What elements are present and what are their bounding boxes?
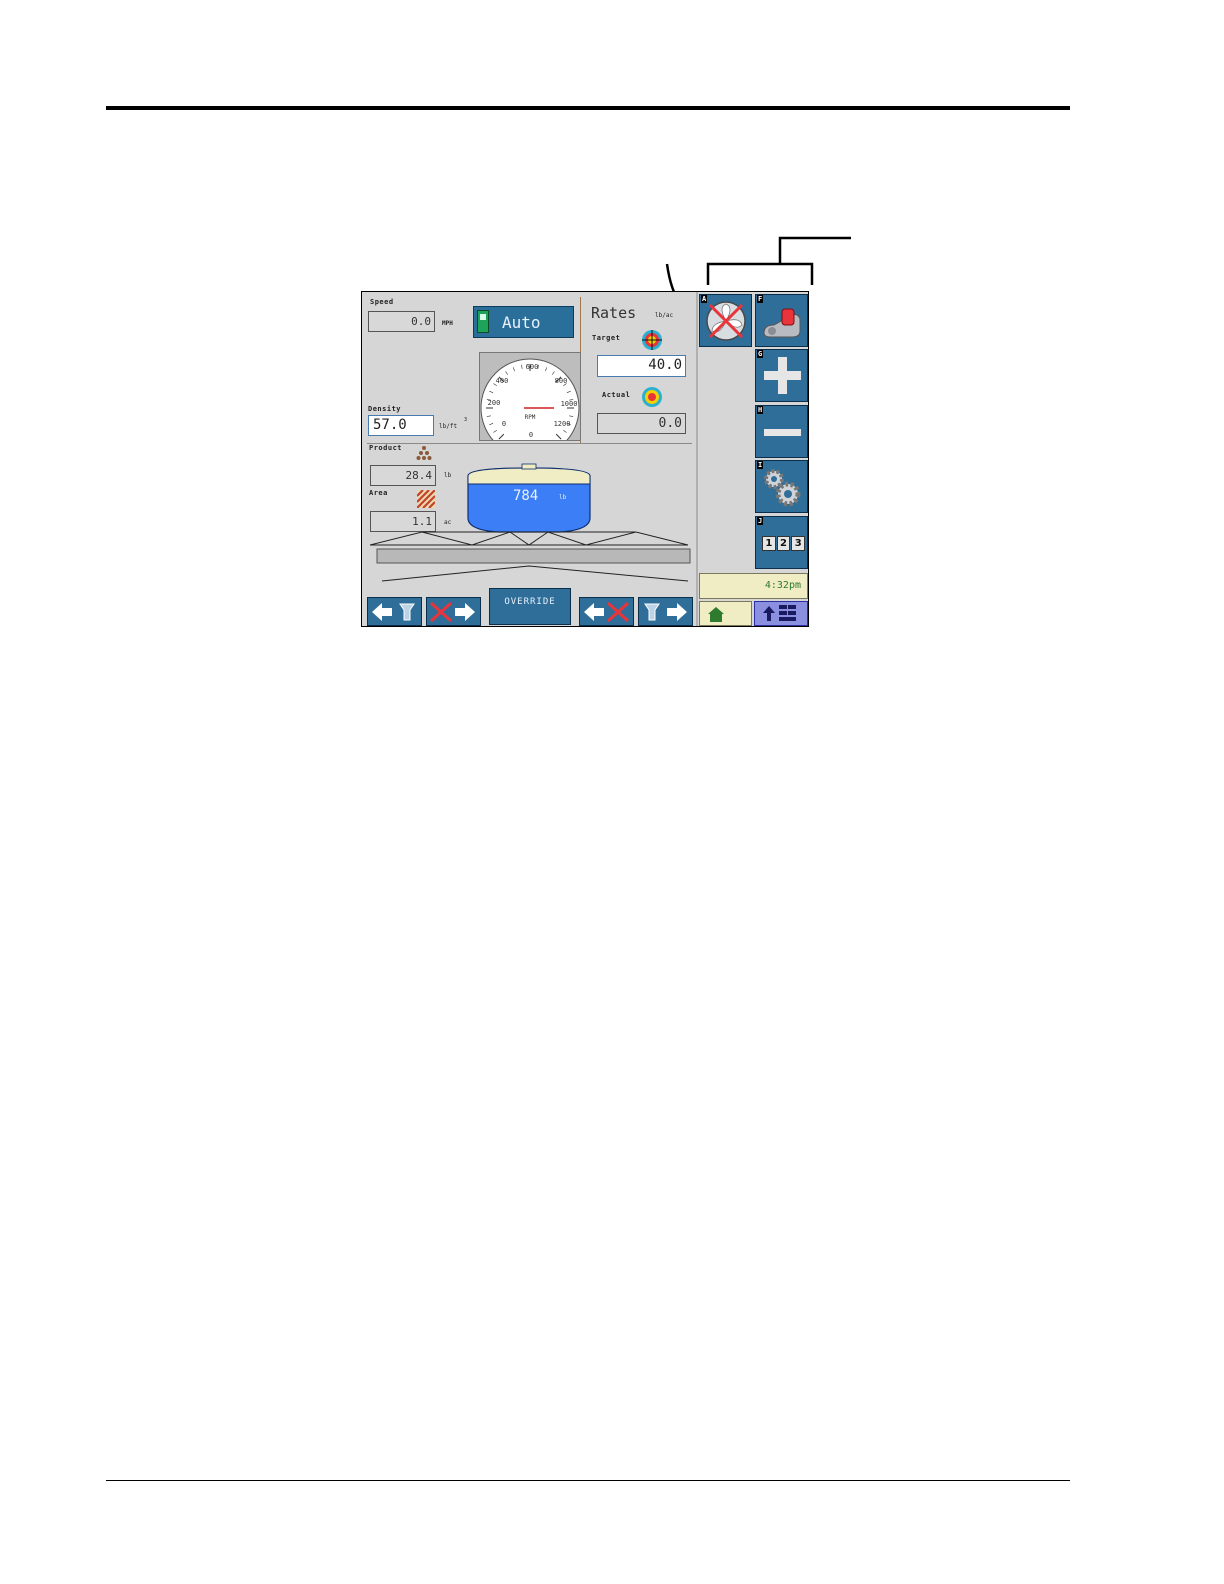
gauge-unit-label: RPM — [525, 414, 536, 421]
page-header-rule — [106, 106, 1070, 110]
gauge-tick-bottom: 0 — [529, 431, 533, 439]
side-button-i-settings[interactable]: I — [755, 460, 808, 513]
menu-tab[interactable] — [754, 601, 808, 626]
nozzle-right-arrow-icon — [644, 603, 687, 621]
left-arrow-off-icon — [584, 601, 630, 623]
tank-level-value: 784 — [513, 488, 539, 504]
target-icon — [642, 330, 662, 350]
keypad-digit-2: 2 — [776, 536, 791, 551]
minus-icon — [764, 429, 801, 436]
density-unit: lb/ft — [439, 423, 458, 430]
gauge-tick-800: 800 — [555, 377, 568, 385]
callout-bracket — [706, 262, 814, 285]
section-right-on-button[interactable] — [638, 597, 693, 626]
side-key-f: F — [757, 295, 764, 303]
override-button[interactable]: OVERRIDE — [489, 588, 571, 625]
clock-display: 4:32pm — [699, 573, 808, 599]
tank-level-unit: lb — [559, 494, 567, 501]
auto-mode-label: Auto — [502, 313, 541, 332]
side-key-g: G — [757, 350, 764, 358]
callout-leader — [778, 236, 851, 264]
spinner-icon — [763, 308, 801, 338]
side-button-j-keypad[interactable]: J 1 2 3 — [755, 516, 808, 569]
density-label: Density — [368, 405, 402, 413]
rates-title: Rates — [591, 304, 637, 322]
section-left-off-button[interactable] — [579, 597, 634, 626]
numeric-keypad-icon: 1 2 3 — [762, 536, 806, 551]
speed-label: Speed — [370, 298, 394, 306]
section-divider — [367, 443, 692, 444]
gears-icon — [764, 469, 801, 507]
gauge-tick-0: 0 — [502, 420, 506, 428]
gauge-tick-400: 400 — [496, 377, 509, 385]
side-panel-divider — [696, 292, 698, 626]
side-button-f-spinner[interactable]: F — [755, 294, 808, 347]
off-right-arrow-icon — [429, 601, 475, 623]
side-key-a: A — [701, 295, 708, 303]
product-label: Product — [369, 444, 403, 452]
keypad-digit-1: 1 — [762, 536, 776, 551]
actual-label: Actual — [602, 391, 631, 399]
section-right-off-button[interactable] — [426, 597, 481, 626]
page-footer-rule — [106, 1480, 1070, 1481]
side-button-a-fan[interactable]: A — [699, 294, 752, 347]
gauge-tick-1200: 1200 — [554, 420, 571, 428]
keypad-digit-3: 3 — [791, 536, 806, 551]
product-seeds-icon — [416, 446, 432, 460]
menu-up-icon — [763, 605, 796, 621]
auto-indicator-icon — [477, 310, 489, 333]
rpm-gauge-dial: RPM 0 200 400 600 800 1000 1200 0 — [480, 358, 580, 440]
home-icon — [708, 607, 724, 622]
actual-rate-field: 0.0 — [597, 413, 686, 434]
section-left-on-button[interactable] — [367, 597, 422, 626]
side-button-g-increase[interactable]: G — [755, 349, 808, 402]
target-rate-field[interactable]: 40.0 — [597, 355, 686, 377]
target-label: Target — [592, 334, 621, 342]
gauge-tick-600: 600 — [526, 363, 539, 371]
rates-unit: lb/ac — [655, 312, 674, 319]
home-tab[interactable] — [699, 601, 752, 626]
fan-off-icon — [706, 301, 746, 341]
side-key-i: I — [757, 461, 764, 469]
side-key-j: J — [757, 517, 764, 525]
auto-mode-button[interactable]: Auto — [473, 306, 574, 338]
console-screen: Speed 0.0 MPH Auto RPM 0 200 400 600 800… — [361, 291, 809, 627]
gauge-tick-200: 200 — [488, 399, 501, 407]
density-field[interactable]: 57.0 — [368, 415, 434, 436]
gauge-tick-1000: 1000 — [561, 400, 578, 408]
actual-rate-icon — [642, 387, 662, 407]
density-unit-exponent: 3 — [464, 417, 468, 423]
speed-field: 0.0 — [368, 311, 435, 332]
side-button-h-decrease[interactable]: H — [755, 405, 808, 458]
plus-icon — [764, 357, 801, 394]
speed-unit: MPH — [442, 320, 453, 327]
left-arrow-nozzle-icon — [372, 603, 415, 621]
rpm-gauge: RPM 0 200 400 600 800 1000 1200 0 — [479, 352, 581, 441]
spreader-diagram — [369, 463, 691, 582]
side-key-h: H — [757, 406, 764, 414]
